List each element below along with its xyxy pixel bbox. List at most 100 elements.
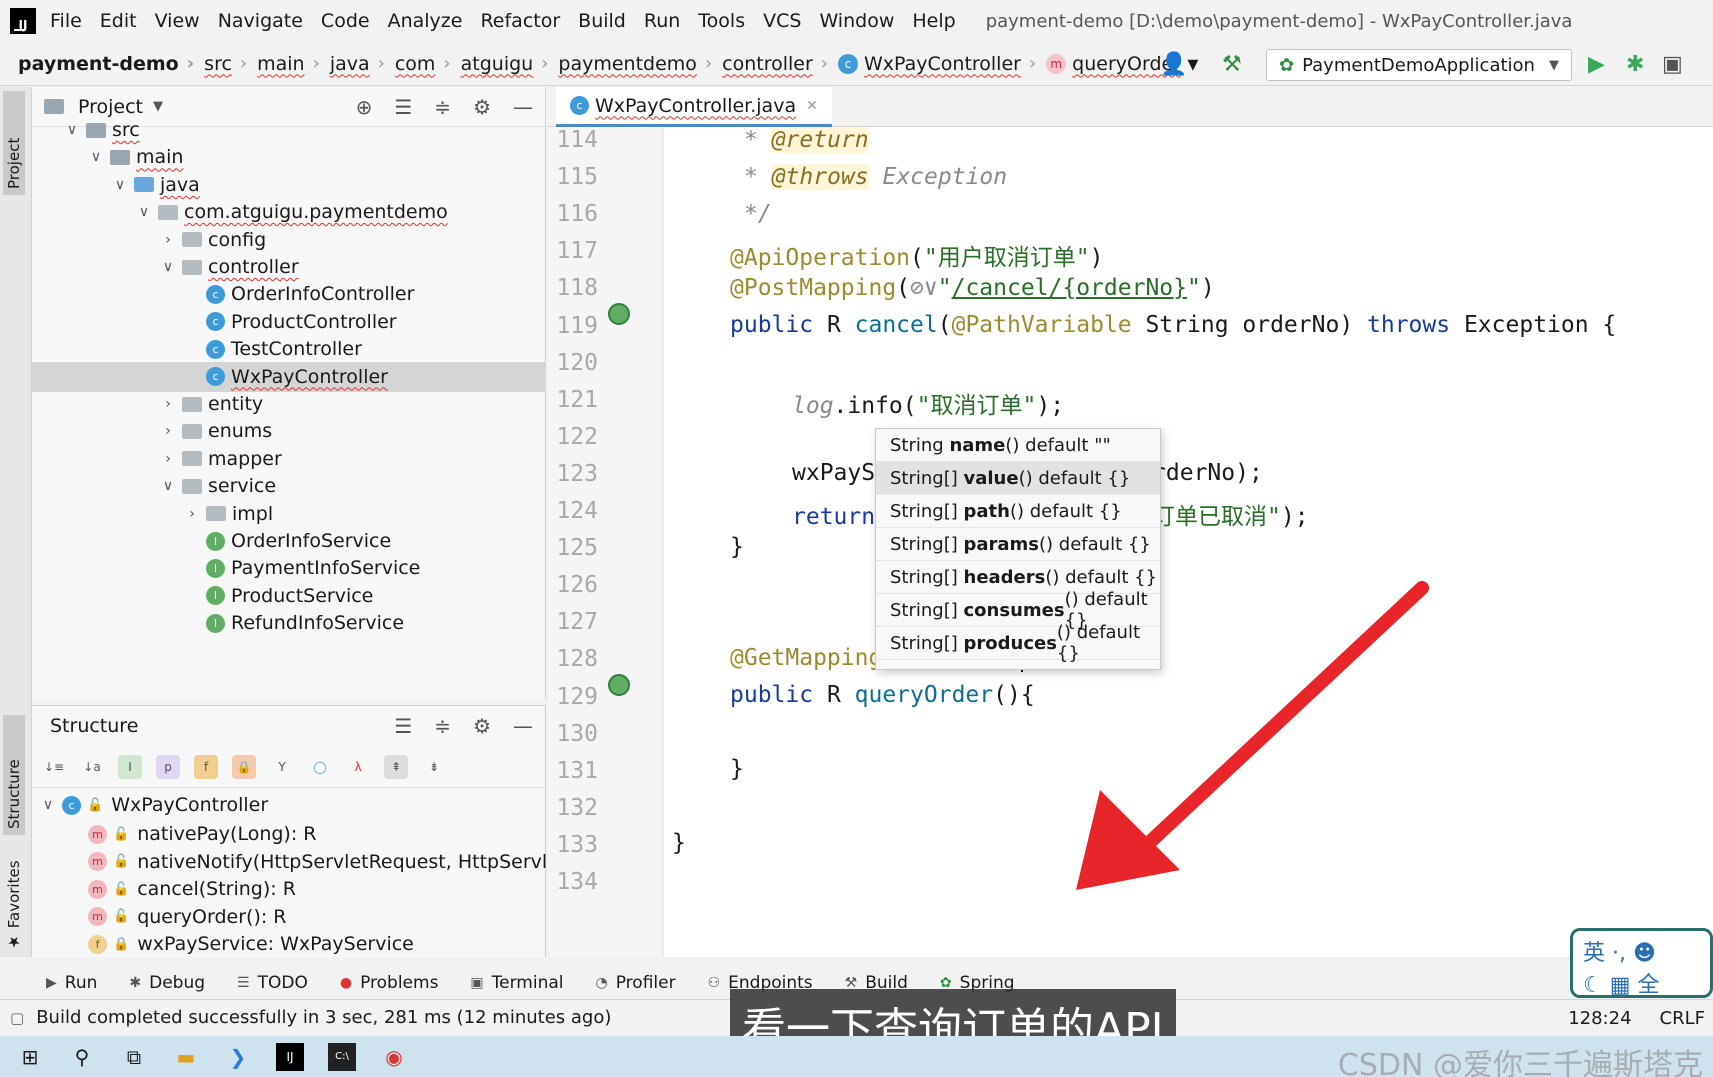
terminal-tool-button[interactable]: ▣ Terminal (470, 973, 563, 993)
chevron-down-icon[interactable]: ∨ (160, 478, 176, 494)
vscode-icon[interactable]: ❯ (224, 1043, 252, 1071)
tree-item[interactable]: I OrderInfoService (32, 526, 546, 556)
show-lambdas-icon[interactable]: Y (270, 755, 294, 779)
menu-refactor[interactable]: Refactor (480, 10, 560, 32)
popup-item[interactable]: String[] value() default {} (876, 462, 1160, 495)
tree-item[interactable]: ∨ src (32, 115, 546, 145)
file-explorer-icon[interactable]: ▬ (172, 1043, 200, 1071)
structure-member[interactable]: m 🔓 queryOrder(): R (88, 902, 287, 932)
debug-tool-button[interactable]: ✱ Debug (129, 973, 205, 993)
breadcrumb-paymentdemo[interactable]: paymentdemo › (548, 53, 712, 75)
menu-build[interactable]: Build (578, 10, 626, 32)
run-icon[interactable]: ▶ (1588, 52, 1605, 77)
tree-item[interactable]: c WxPayController (32, 361, 546, 392)
chevron-down-icon[interactable]: ∨ (88, 149, 104, 165)
endpoint-gutter-icon[interactable] (608, 303, 630, 325)
task-view-icon[interactable]: ⧉ (120, 1043, 148, 1071)
hide-icon[interactable]: — (513, 714, 533, 738)
structure-tool-tab[interactable]: Structure (3, 715, 25, 835)
chevron-down-icon[interactable]: ▼ (153, 99, 163, 114)
show-non-public-icon[interactable]: 🔒 (232, 754, 256, 779)
endpoint-gutter-icon[interactable] (608, 674, 630, 696)
problems-tool-button[interactable]: ● Problems (340, 973, 439, 993)
autoscroll-to-source-icon[interactable]: ⇞ (384, 754, 408, 779)
todo-tool-button[interactable]: ☰ TODO (237, 973, 308, 993)
menu-view[interactable]: View (155, 10, 200, 32)
breadcrumb-com[interactable]: com › (385, 53, 451, 75)
run-configuration-select[interactable]: ✿ PaymentDemoApplication ▼ (1266, 49, 1572, 81)
tree-item[interactable]: ∨ java (32, 170, 546, 200)
tree-item[interactable]: I RefundInfoService (32, 608, 546, 638)
coverage-icon[interactable]: ▣ (1662, 52, 1683, 77)
show-fields-icon[interactable]: f (194, 754, 218, 779)
structure-member[interactable]: m 🔓 cancel(String): R (88, 874, 296, 904)
menu-run[interactable]: Run (644, 10, 680, 32)
profiler-tool-button[interactable]: ◔ Profiler (596, 973, 676, 993)
breadcrumb-controller[interactable]: controller › (712, 53, 828, 75)
project-tool-tab[interactable]: Project (3, 91, 25, 195)
show-anonymous-icon[interactable]: ◯ (308, 755, 332, 779)
menu-vcs[interactable]: VCS (763, 10, 801, 32)
favorites-tool-tab[interactable]: ★ Favorites (3, 847, 25, 957)
tree-item[interactable]: c OrderInfoController (32, 279, 546, 309)
chevron-down-icon[interactable]: ∨ (112, 177, 128, 193)
collapse-all-icon[interactable]: ≑ (434, 714, 451, 738)
tree-item[interactable]: ∨ com.atguigu.paymentdemo (32, 197, 546, 227)
popup-item[interactable]: String name() default "" (876, 429, 1160, 462)
show-properties-icon[interactable]: p (156, 754, 180, 779)
windows-start-icon[interactable]: ⊞ (16, 1043, 44, 1071)
tab-wxpaycontroller[interactable]: c WxPayController.java ✕ (556, 87, 832, 127)
menu-file[interactable]: File (50, 10, 82, 32)
sort-alpha-icon[interactable]: ↓a (80, 755, 104, 779)
tree-item[interactable]: ∨ service (32, 471, 546, 501)
menu-edit[interactable]: Edit (100, 10, 137, 32)
menu-navigate[interactable]: Navigate (218, 10, 303, 32)
user-icon[interactable]: 👤▾ (1160, 52, 1198, 77)
tree-item[interactable]: c ProductController (32, 307, 546, 337)
chevron-down-icon[interactable]: ∨ (160, 259, 176, 275)
chevron-right-icon[interactable]: › (160, 396, 176, 412)
tree-item[interactable]: › impl (32, 499, 546, 529)
menu-tools[interactable]: Tools (698, 10, 745, 32)
menu-analyze[interactable]: Analyze (388, 10, 463, 32)
popup-item[interactable]: String[] params() default {} (876, 528, 1160, 561)
structure-member[interactable]: f 🔒 wxPayService: WxPayService (88, 929, 414, 959)
run-tool-button[interactable]: ▶ Run (46, 973, 97, 993)
chevron-right-icon[interactable]: › (184, 506, 200, 522)
chevron-down-icon[interactable]: ∨ (64, 122, 80, 138)
tree-item[interactable]: ∨ main (32, 142, 546, 172)
tree-item[interactable]: › mapper (32, 444, 546, 474)
menu-help[interactable]: Help (912, 10, 955, 32)
show-lambda-icon[interactable]: λ (346, 755, 370, 779)
breadcrumb-java[interactable]: java › (320, 53, 385, 75)
structure-root[interactable]: ∨ c 🔓 WxPayController (40, 790, 268, 820)
tree-item[interactable]: › enums (32, 416, 546, 446)
tree-item[interactable]: I ProductService (32, 581, 546, 611)
breadcrumb-main[interactable]: main › (247, 53, 320, 75)
gear-icon[interactable]: ⚙ (473, 714, 491, 738)
popup-item[interactable]: String[] path() default {} (876, 495, 1160, 528)
structure-member[interactable]: m 🔓 nativePay(Long): R (88, 819, 316, 849)
tree-item[interactable]: ∨ controller (32, 252, 546, 282)
close-icon[interactable]: ✕ (806, 98, 818, 114)
breadcrumb-src[interactable]: src › (194, 53, 247, 75)
search-icon[interactable]: ⚲ (68, 1043, 96, 1071)
expand-all-icon[interactable]: ☰ (394, 714, 412, 738)
autoscroll-from-source-icon[interactable]: ⇟ (422, 755, 446, 779)
chevron-right-icon[interactable]: › (160, 423, 176, 439)
tree-item[interactable]: c TestController (32, 334, 546, 364)
cmd-icon[interactable]: C:\ (328, 1042, 356, 1071)
tree-item[interactable]: › entity (32, 389, 546, 419)
chevron-right-icon[interactable]: › (160, 451, 176, 467)
line-separator[interactable]: CRLF (1660, 1008, 1705, 1029)
chevron-down-icon[interactable]: ∨ (136, 204, 152, 220)
debug-icon[interactable]: ✱ (1626, 52, 1644, 77)
panel-toggle-icon[interactable]: ▢ (10, 1009, 24, 1027)
intellij-icon[interactable]: IJ (276, 1042, 304, 1071)
tree-item[interactable]: › config (32, 225, 546, 255)
show-inherited-icon[interactable]: I (118, 754, 142, 779)
menu-code[interactable]: Code (321, 10, 370, 32)
chevron-right-icon[interactable]: › (160, 232, 176, 248)
tree-item[interactable]: I PaymentInfoService (32, 553, 546, 583)
hammer-icon[interactable]: ⚒ (1222, 52, 1242, 77)
